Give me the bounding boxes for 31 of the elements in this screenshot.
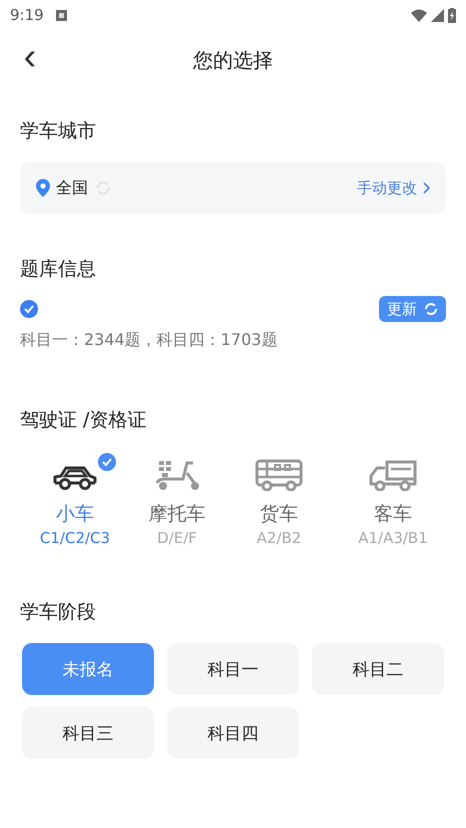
section-title: 学车城市 [19, 119, 97, 144]
stage-option[interactable]: 科目二 [312, 643, 444, 695]
license-option[interactable]: 货车 A2/B2 [224, 453, 334, 547]
section-title: 学车阶段 [19, 600, 97, 625]
status-time: 9:19 [10, 6, 44, 24]
page-title: 您的选择 [193, 46, 273, 74]
question-count-text: 科目一：2344题，科目四：1703题 [20, 330, 278, 351]
stage-option[interactable]: 未报名 [22, 643, 154, 695]
truck-icon [367, 459, 419, 491]
keyboard-status-icon [56, 10, 67, 20]
wifi-icon [411, 8, 427, 22]
back-button[interactable]: ‹ [18, 38, 42, 82]
section-title: 驾驶证 /资格证 [19, 408, 148, 433]
battery-icon [448, 8, 456, 22]
city-value: 全国 [56, 178, 88, 198]
signal-icon [431, 8, 444, 22]
check-badge-icon [98, 453, 116, 471]
change-city-link[interactable]: 手动更改 [357, 178, 430, 198]
stage-option[interactable]: 科目一 [167, 643, 299, 695]
section-title: 题库信息 [19, 257, 97, 282]
license-option[interactable]: 摩托车 D/E/F [130, 453, 224, 547]
loading-spinner-icon [96, 181, 110, 195]
stage-option[interactable]: 科目四 [167, 707, 299, 759]
update-button[interactable]: 更新 [379, 296, 446, 322]
refresh-icon [424, 302, 438, 316]
license-option[interactable]: 小车 C1/C2/C3 [20, 453, 130, 547]
bus-icon [253, 459, 305, 491]
location-pin-icon [36, 179, 50, 197]
stage-option[interactable]: 科目三 [22, 707, 154, 759]
chevron-right-icon [423, 182, 430, 194]
license-option[interactable]: 客车 A1/A3/B1 [334, 453, 452, 547]
